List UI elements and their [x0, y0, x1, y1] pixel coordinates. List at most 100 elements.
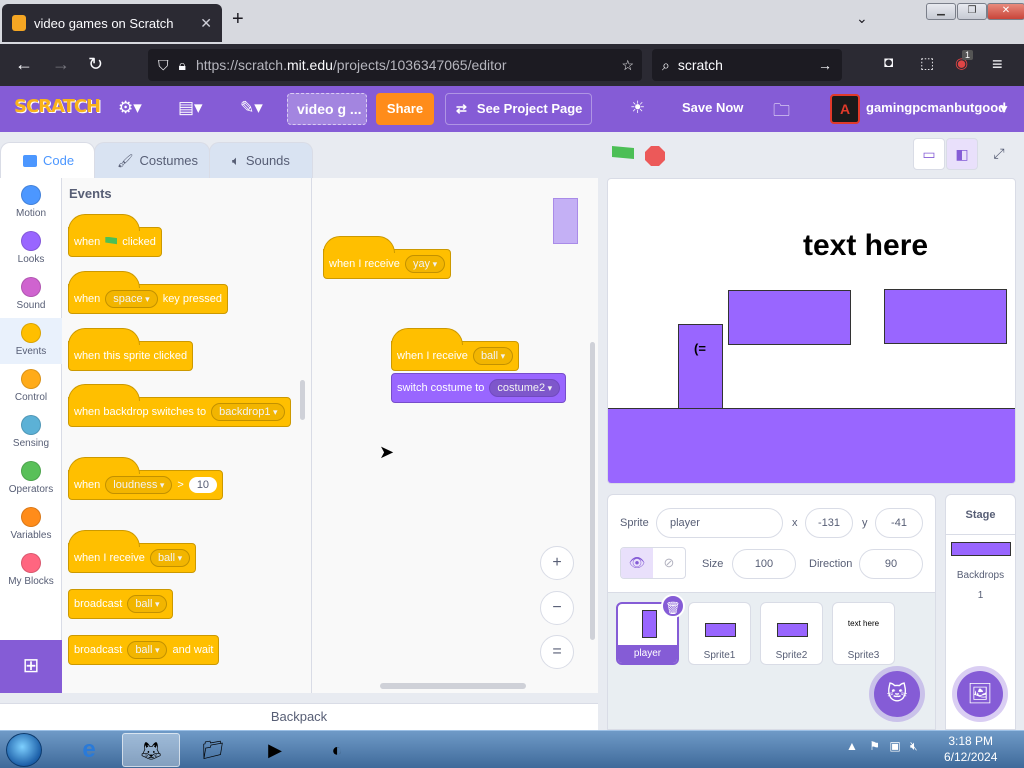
firefox-taskbar-icon[interactable]: 🦊︎ [122, 733, 180, 767]
internet-explorer-icon[interactable]: e [60, 733, 118, 767]
backdrop-dropdown[interactable]: backdrop1 [211, 403, 286, 421]
backpack[interactable]: Backpack [0, 703, 598, 730]
sprite-tile-sprite1[interactable]: Sprite1 [688, 602, 751, 665]
start-button[interactable] [6, 733, 42, 767]
broadcast-wait-dropdown[interactable]: ball [127, 641, 168, 659]
extensions-icon[interactable]: ⬚ [920, 54, 934, 72]
key-dropdown[interactable]: space [105, 290, 158, 308]
x-input[interactable]: -131 [805, 508, 853, 538]
account-username[interactable]: gamingpcmanbutgood [866, 100, 1006, 115]
forward-icon[interactable]: → [52, 54, 70, 75]
when-backdrop-switches-block[interactable]: when backdrop switches to backdrop1 [68, 384, 292, 427]
when-sprite-clicked-block[interactable]: when this sprite clicked [68, 328, 194, 371]
app-taskbar-icon[interactable]: ◐ [308, 733, 366, 767]
reload-icon[interactable]: ↻ [88, 54, 103, 75]
new-tab-icon[interactable]: + [232, 8, 244, 31]
file-menu-icon[interactable]: ▤▾ [178, 98, 203, 118]
broadcast-block[interactable]: broadcast ball [68, 589, 174, 619]
close-window-button[interactable]: ✕ [987, 3, 1024, 20]
add-extension-button[interactable]: ⊞ [0, 640, 62, 693]
script-vertical-scrollbar[interactable] [590, 342, 595, 640]
avatar[interactable]: A [830, 94, 860, 124]
tab-costumes[interactable]: 🖌︎ Costumes [94, 142, 210, 178]
normal-stage-button[interactable]: ◧ [946, 138, 978, 170]
script-when-i-receive-yay[interactable]: when I receive yay [323, 236, 452, 279]
back-icon[interactable]: ← [15, 54, 33, 75]
costume-dropdown[interactable]: costume2 [489, 379, 561, 397]
show-hidden-icons-icon[interactable]: ▲ [846, 739, 858, 753]
message-dropdown[interactable]: ball [472, 347, 514, 365]
file-explorer-icon[interactable]: 📁︎ [184, 733, 242, 767]
zoom-reset-button[interactable]: = [540, 635, 574, 669]
media-player-icon[interactable]: ▶ [246, 733, 304, 767]
category-sensing[interactable]: Sensing [0, 410, 62, 456]
project-title-input[interactable]: video g ... [287, 93, 367, 125]
size-input[interactable]: 100 [732, 549, 796, 579]
account-chevron-down-icon[interactable]: ▼ [998, 102, 1010, 116]
sprite-name-input[interactable]: player [656, 508, 783, 538]
loudness-dropdown[interactable]: loudness [105, 476, 173, 494]
tab-sounds[interactable]: 🔈︎ Sounds [209, 142, 313, 178]
pocket-icon[interactable]: ◘ [884, 54, 893, 71]
when-i-receive-block[interactable]: when I receive ball [68, 530, 197, 573]
search-bar[interactable]: ⌕ scratch → [652, 49, 842, 81]
lock-icon[interactable]: 🔒︎ [179, 57, 186, 74]
volume-muted-icon[interactable]: 🔇︎ [910, 739, 918, 753]
stop-button[interactable] [645, 146, 665, 166]
category-looks[interactable]: Looks [0, 226, 62, 272]
restore-window-button[interactable]: ❐ [957, 3, 987, 20]
edit-menu-icon[interactable]: ✎▾ [240, 98, 263, 118]
small-stage-button[interactable]: ▭ [913, 138, 945, 170]
script-switch-costume-block[interactable]: switch costume to costume2 [391, 373, 567, 403]
sprite-tile-sprite3[interactable]: text here Sprite3 [832, 602, 895, 665]
when-flag-clicked-block[interactable]: when clicked [68, 214, 162, 257]
stage-canvas[interactable]: text here (= [607, 178, 1016, 484]
share-button[interactable]: Share [376, 93, 434, 125]
minimize-window-button[interactable]: ▁ [926, 3, 956, 20]
green-flag-button[interactable] [612, 146, 634, 159]
category-my-blocks[interactable]: My Blocks [0, 548, 62, 594]
broadcast-dropdown[interactable]: ball [127, 595, 168, 613]
sprite-tile-sprite2[interactable]: Sprite2 [760, 602, 823, 665]
broadcast-and-wait-block[interactable]: broadcast ball and wait [68, 635, 220, 665]
show-eye-icon[interactable]: 👁︎ [621, 548, 653, 578]
network-icon[interactable]: ▣ [889, 739, 900, 753]
loudness-number-input[interactable]: 10 [188, 477, 218, 493]
delete-sprite-button[interactable]: 🗑︎ [661, 594, 685, 618]
message-dropdown[interactable]: ball [149, 549, 191, 567]
clock[interactable]: 3:18 PM 6/12/2024 [944, 733, 997, 765]
flag-icon[interactable]: ⚑ [869, 739, 880, 753]
direction-input[interactable]: 90 [859, 549, 923, 579]
script-when-i-receive-ball[interactable]: when I receive ball [391, 328, 520, 371]
save-now-button[interactable]: Save Now [682, 100, 743, 115]
bookmark-star-icon[interactable]: ☆ [621, 57, 634, 74]
settings-gear-icon[interactable]: ⚙▾ [118, 98, 142, 118]
zoom-out-button[interactable]: − [540, 591, 574, 625]
menu-icon[interactable]: ≡ [992, 54, 1003, 75]
when-loudness-block[interactable]: when loudness > 10 [68, 457, 224, 500]
see-project-page-button[interactable]: ⇄ See Project Page [445, 93, 592, 125]
hide-eye-icon[interactable]: ⊘ [653, 548, 685, 578]
browser-tab[interactable]: video games on Scratch ✕ [2, 4, 222, 42]
script-area[interactable]: when I receive yay when I receive ball s… [312, 178, 598, 693]
scratch-logo[interactable]: SCRATCH [14, 96, 101, 117]
fullscreen-button[interactable]: ⤢ [983, 138, 1015, 170]
category-control[interactable]: Control [0, 364, 62, 410]
my-stuff-folder-icon[interactable]: 🗀 [773, 98, 790, 127]
zoom-in-button[interactable]: + [540, 546, 574, 580]
category-sound[interactable]: Sound [0, 272, 62, 318]
message-dropdown[interactable]: yay [404, 255, 446, 273]
category-motion[interactable]: Motion [0, 180, 62, 226]
script-horizontal-scrollbar[interactable] [380, 683, 526, 689]
palette-scrollbar[interactable] [300, 380, 305, 420]
category-variables[interactable]: Variables [0, 502, 62, 548]
choose-sprite-button[interactable]: 🐱︎ [874, 671, 920, 717]
category-operators[interactable]: Operators [0, 456, 62, 502]
category-events[interactable]: Events [0, 318, 62, 364]
url-bar[interactable]: ⛉ 🔒︎ https://scratch.mit.edu/projects/10… [148, 49, 642, 81]
choose-backdrop-button[interactable]: 🖼︎ [957, 671, 1003, 717]
when-key-pressed-block[interactable]: when space key pressed [68, 271, 228, 314]
close-tab-icon[interactable]: ✕ [200, 15, 212, 32]
list-tabs-icon[interactable]: ⌄ [856, 10, 868, 27]
search-go-icon[interactable]: → [818, 57, 832, 73]
